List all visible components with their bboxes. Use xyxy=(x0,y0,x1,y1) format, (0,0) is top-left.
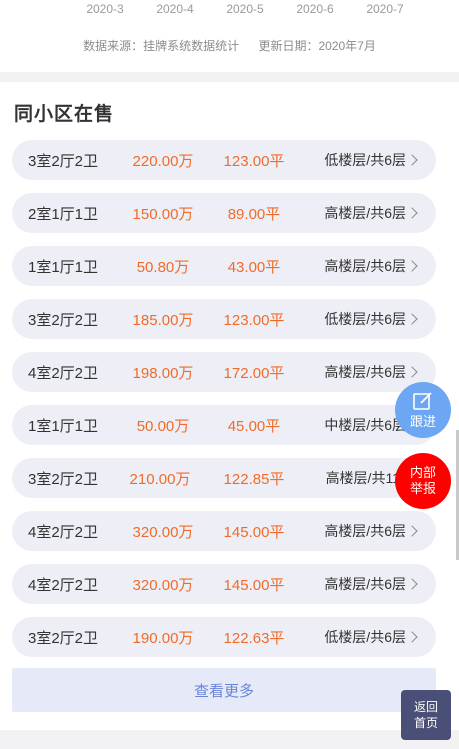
price-trend-footer: 2020-3 2020-4 2020-5 2020-6 2020-7 数据来源：… xyxy=(0,0,459,72)
listing-price: 320.00万 xyxy=(132,576,194,594)
listing-row[interactable]: 4室2厅2卫 198.00万 172.00平 高楼层/共6层 xyxy=(12,352,436,392)
listing-price: 150.00万 xyxy=(132,205,194,223)
listing-row[interactable]: 3室2厅2卫 210.00万 122.85平 高楼层/共11层 xyxy=(12,458,436,498)
listing-area: 122.85平 xyxy=(223,470,285,488)
back-label-line2: 首页 xyxy=(413,716,438,730)
data-source-line: 数据来源：挂牌系统数据统计 更新日期：2020年7月 xyxy=(0,37,459,54)
data-source: 数据来源：挂牌系统数据统计 xyxy=(83,39,240,53)
chevron-right-icon xyxy=(406,154,418,166)
listing-layout: 3室2厅2卫 xyxy=(28,152,99,170)
report-label-line2: 举报 xyxy=(409,481,436,496)
listing-row[interactable]: 1室1厅1卫 50.00万 45.00平 中楼层/共6层 xyxy=(12,405,436,445)
month-axis: 2020-3 2020-4 2020-5 2020-6 2020-7 xyxy=(70,0,420,18)
listing-row[interactable]: 3室2厅2卫 220.00万 123.00平 低楼层/共6层 xyxy=(12,140,436,180)
listing-layout: 4室2厅2卫 xyxy=(28,523,99,541)
listing-area: 172.00平 xyxy=(223,364,285,382)
listing-price: 190.00万 xyxy=(132,629,194,647)
listing-floor: 低楼层/共6层 xyxy=(324,629,406,645)
listing-area: 122.63平 xyxy=(223,629,285,647)
listing-area: 43.00平 xyxy=(227,258,281,276)
report-label-line1: 内部 xyxy=(409,465,436,480)
chevron-right-icon xyxy=(406,313,418,325)
listing-area: 145.00平 xyxy=(223,576,285,594)
chevron-right-icon xyxy=(406,578,418,590)
listing-layout: 2室1厅1卫 xyxy=(28,205,99,223)
chevron-right-icon xyxy=(406,207,418,219)
listing-area: 45.00平 xyxy=(227,417,281,435)
month-label: 2020-7 xyxy=(366,2,404,16)
listing-layout: 4室2厅2卫 xyxy=(28,576,99,594)
listing-price: 50.00万 xyxy=(136,417,190,435)
listing-price: 320.00万 xyxy=(132,523,194,541)
listing-row[interactable]: 3室2厅2卫 190.00万 122.63平 低楼层/共6层 xyxy=(12,617,436,657)
month-label: 2020-5 xyxy=(226,2,264,16)
listing-area: 89.00平 xyxy=(227,205,281,223)
listing-price: 50.80万 xyxy=(136,258,190,276)
listing-floor: 高楼层/共6层 xyxy=(324,258,406,274)
chevron-right-icon xyxy=(406,525,418,537)
chevron-right-icon xyxy=(406,260,418,272)
listing-floor: 高楼层/共6层 xyxy=(324,364,406,380)
listing-layout: 1室1厅1卫 xyxy=(28,258,99,276)
listing-price: 210.00万 xyxy=(129,470,191,488)
listing-layout: 3室2厅2卫 xyxy=(28,311,99,329)
listing-price: 198.00万 xyxy=(132,364,194,382)
listing-row[interactable]: 4室2厅2卫 320.00万 145.00平 高楼层/共6层 xyxy=(12,564,436,604)
listing-row[interactable]: 2室1厅1卫 150.00万 89.00平 高楼层/共6层 xyxy=(12,193,436,233)
same-community-listings: 同小区在售 3室2厅2卫 220.00万 123.00平 低楼层/共6层 2室1… xyxy=(0,82,459,730)
listing-price: 185.00万 xyxy=(132,311,194,329)
listing-area: 145.00平 xyxy=(223,523,285,541)
listing-price: 220.00万 xyxy=(132,152,194,170)
chevron-right-icon xyxy=(406,366,418,378)
listing-floor: 高楼层/共6层 xyxy=(324,205,406,221)
follow-button[interactable]: 跟进 xyxy=(395,382,451,438)
listing-floor: 低楼层/共6层 xyxy=(324,152,406,168)
listing-area: 123.00平 xyxy=(223,311,285,329)
listing-layout: 3室2厅2卫 xyxy=(28,629,99,647)
listing-row[interactable]: 4室2厅2卫 320.00万 145.00平 高楼层/共6层 xyxy=(12,511,436,551)
chevron-right-icon xyxy=(406,631,418,643)
listing-floor: 低楼层/共6层 xyxy=(324,311,406,327)
month-label: 2020-3 xyxy=(86,2,124,16)
listing-layout: 1室1厅1卫 xyxy=(28,417,99,435)
listing-layout: 4室2厅2卫 xyxy=(28,364,99,382)
listing-floor: 高楼层/共6层 xyxy=(324,576,406,592)
listing-row[interactable]: 1室1厅1卫 50.80万 43.00平 高楼层/共6层 xyxy=(12,246,436,286)
view-more-button[interactable]: 查看更多 xyxy=(12,668,436,712)
listing-row[interactable]: 3室2厅2卫 185.00万 123.00平 低楼层/共6层 xyxy=(12,299,436,339)
back-home-button[interactable]: 返回 首页 xyxy=(401,690,451,740)
listing-area: 123.00平 xyxy=(223,152,285,170)
follow-label: 跟进 xyxy=(409,413,436,429)
month-label: 2020-6 xyxy=(296,2,334,16)
section-title: 同小区在售 xyxy=(14,104,115,125)
listing-layout: 3室2厅2卫 xyxy=(28,470,99,488)
update-date: 更新日期：2020年7月 xyxy=(258,39,376,53)
month-label: 2020-4 xyxy=(156,2,194,16)
listing-floor: 高楼层/共6层 xyxy=(324,523,406,539)
edit-icon xyxy=(413,391,432,410)
internal-report-button[interactable]: 内部 举报 xyxy=(395,453,451,509)
back-label-line1: 返回 xyxy=(413,700,438,714)
listing-floor: 中楼层/共6层 xyxy=(324,417,406,433)
